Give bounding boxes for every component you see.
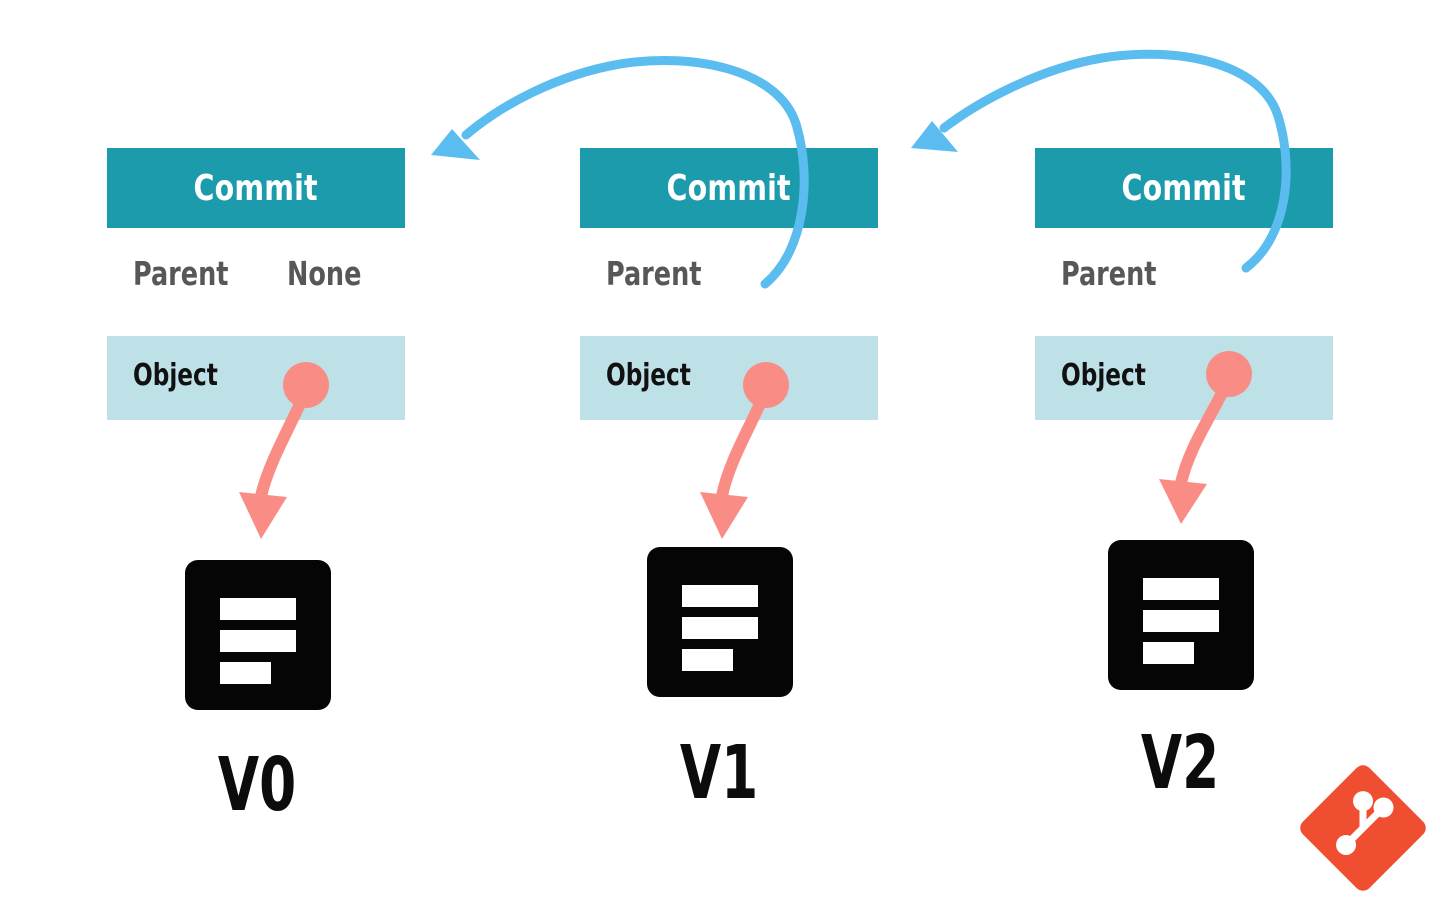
- commit-header-label: Commit: [666, 167, 792, 209]
- object-row-v2: Object: [1035, 336, 1333, 420]
- git-logo: [1300, 765, 1426, 891]
- parent-row-v1: Parent: [580, 252, 878, 308]
- parent-row-v0: Parent None: [107, 252, 405, 308]
- parent-field-label: Parent: [606, 254, 702, 293]
- diagram-canvas: Commit Parent None Object V0 Commit Pare…: [0, 0, 1440, 900]
- version-label-v1: V1: [679, 730, 759, 816]
- commit-header-label: Commit: [1121, 167, 1247, 209]
- version-label-v0: V0: [217, 742, 297, 828]
- document-icon-v2: [1108, 540, 1254, 690]
- object-field-label: Object: [133, 358, 218, 393]
- version-label-v2: V2: [1140, 720, 1220, 806]
- commit-header-v1: Commit: [580, 148, 878, 228]
- object-row-v1: Object: [580, 336, 878, 420]
- object-row-v0: Object: [107, 336, 405, 420]
- document-icon-v0: [185, 560, 331, 710]
- parent-row-v2: Parent: [1035, 252, 1333, 308]
- object-field-label: Object: [1061, 358, 1146, 393]
- document-icon-v1: [647, 547, 793, 697]
- commit-header-v2: Commit: [1035, 148, 1333, 228]
- object-field-label: Object: [606, 358, 691, 393]
- commit-header-v0: Commit: [107, 148, 405, 228]
- commit-header-label: Commit: [193, 167, 319, 209]
- parent-field-label: Parent: [133, 254, 229, 293]
- parent-field-value: None: [287, 254, 362, 293]
- parent-field-label: Parent: [1061, 254, 1157, 293]
